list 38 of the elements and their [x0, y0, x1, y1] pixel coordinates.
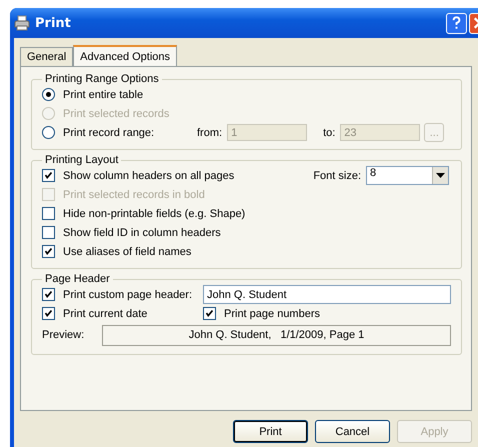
font-size-dropdown[interactable]: 8 — [366, 166, 449, 185]
group-title: Printing Layout — [44, 154, 120, 166]
checkbox-label: Print current date — [63, 308, 148, 320]
checkbox-label: Use aliases of field names — [63, 246, 192, 258]
tab[interactable]: Advanced Options — [73, 45, 178, 66]
checkbox-label: Print custom page header: — [63, 288, 194, 300]
radio-button[interactable] — [42, 126, 55, 139]
group-title: Page Header — [44, 273, 111, 285]
group-title: Printing Range Options — [44, 73, 160, 85]
checkbox[interactable] — [203, 307, 216, 320]
radio-button[interactable] — [42, 88, 55, 101]
preview-label: Preview: — [42, 329, 86, 341]
window-title: Print — [35, 16, 71, 30]
radio-label: Print record range: — [63, 126, 156, 138]
dialog-button[interactable]: Print — [233, 420, 308, 443]
dialog-button[interactable]: Cancel — [315, 420, 390, 443]
tab[interactable]: General — [20, 47, 74, 66]
checkbox[interactable] — [42, 307, 55, 320]
caret-icon — [436, 173, 445, 178]
checkbox[interactable] — [42, 226, 55, 239]
checkbox[interactable] — [42, 169, 55, 182]
help-button[interactable] — [446, 12, 467, 34]
checkbox[interactable] — [42, 245, 55, 258]
font-size-label: Font size: — [313, 170, 361, 182]
checkbox-label: Print page numbers — [224, 308, 320, 320]
radio-label: Print selected records — [63, 108, 170, 120]
radio-label: Print entire table — [63, 88, 144, 100]
preview-box: John Q. Student, 1/1/2009, Page 1 — [102, 324, 451, 346]
checkbox[interactable] — [42, 207, 55, 220]
checkbox-label: Show column headers on all pages — [63, 170, 234, 182]
to-label: to: — [323, 126, 336, 138]
checkbox[interactable] — [42, 288, 55, 301]
checkbox-label: Print selected records in bold — [63, 188, 205, 200]
from-label: from: — [197, 126, 222, 138]
checkbox-label: Hide non-printable fields (e.g. Shape) — [63, 208, 246, 220]
checkbox-label: Show field ID in column headers — [63, 226, 221, 238]
header-text-field[interactable]: John Q. Student — [203, 285, 451, 304]
printer-icon — [14, 15, 30, 31]
